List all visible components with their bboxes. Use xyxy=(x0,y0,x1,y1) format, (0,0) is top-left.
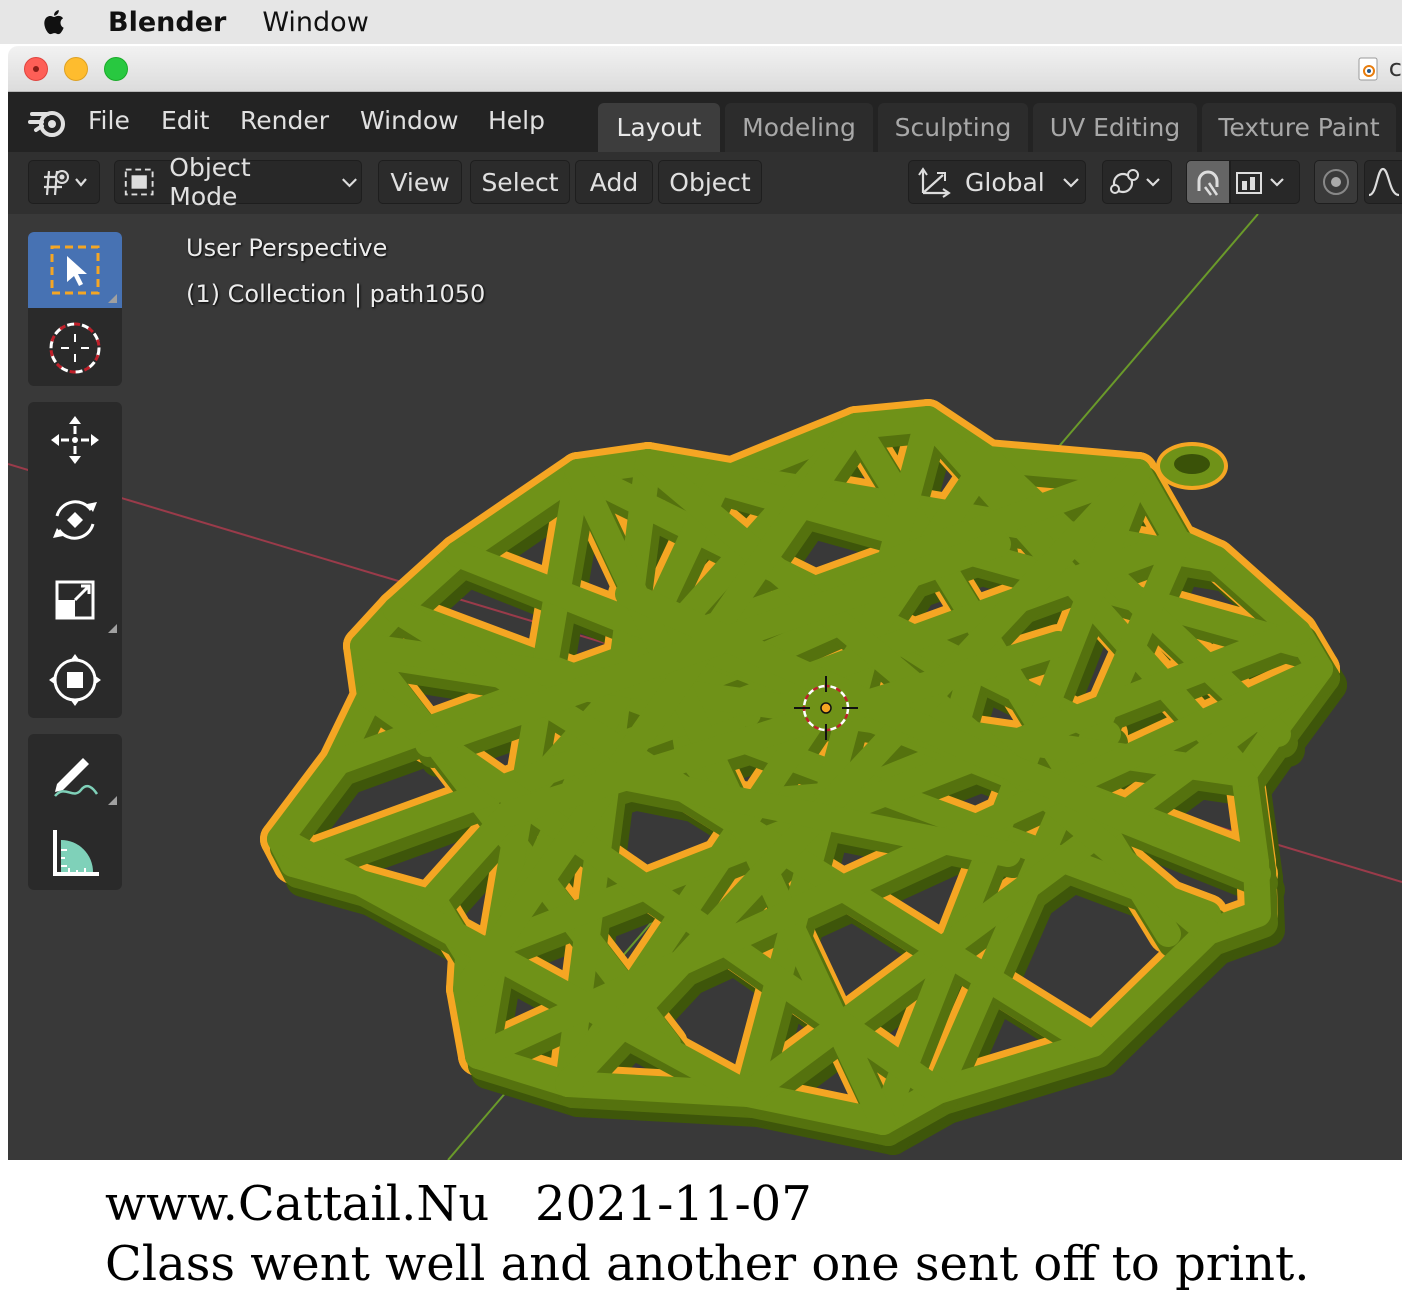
transform-tool-icon xyxy=(49,654,101,706)
orientation-axes-icon xyxy=(918,167,951,198)
zoom-window-button[interactable] xyxy=(104,57,128,81)
tool-variants-corner xyxy=(108,796,117,805)
viewport-collection-label: (1) Collection | path1050 xyxy=(186,280,486,308)
editor-type-button[interactable] xyxy=(28,160,100,204)
measure-tool[interactable] xyxy=(28,814,122,890)
menu-window[interactable]: Window xyxy=(360,106,459,135)
blender-topbar: File Edit Render Window Help Layout Mode… xyxy=(8,92,1402,152)
view-menu[interactable]: View xyxy=(378,160,462,204)
tool-variants-corner xyxy=(108,624,117,633)
select-box-tool[interactable] xyxy=(28,232,122,308)
proportional-edit-toggle[interactable] xyxy=(1314,160,1358,204)
caption-line-1: www.Cattail.Nu 2021-11-07 xyxy=(105,1176,812,1232)
proportional-edit-icon xyxy=(1323,169,1349,195)
tab-sculpting[interactable]: Sculpting xyxy=(878,103,1028,152)
chevron-down-icon xyxy=(342,178,357,188)
minimize-window-button[interactable] xyxy=(64,57,88,81)
mac-app-menu[interactable]: Blender xyxy=(108,7,226,38)
toolbar-group-transform xyxy=(28,402,122,718)
toolbar-group-annotate xyxy=(28,734,122,890)
falloff-curve-icon xyxy=(1368,167,1400,197)
chevron-down-icon xyxy=(1062,178,1079,188)
orientation-label: Global xyxy=(965,167,1045,197)
blender-logo-icon[interactable] xyxy=(28,104,68,140)
3d-viewport[interactable]: User Perspective (1) Collection | path10… xyxy=(8,214,1402,1160)
rotate-tool-icon xyxy=(53,500,97,540)
falloff-dropdown[interactable] xyxy=(1364,160,1402,204)
viewport-perspective-label: User Perspective xyxy=(186,234,388,262)
menu-file[interactable]: File xyxy=(88,106,130,135)
mac-window-menu[interactable]: Window xyxy=(262,7,368,38)
pivot-point-dropdown[interactable] xyxy=(1102,160,1172,204)
measure-tool-icon xyxy=(53,830,99,876)
menu-edit[interactable]: Edit xyxy=(161,106,209,135)
object-mode-icon xyxy=(124,168,154,196)
snap-target-dropdown[interactable] xyxy=(1230,160,1300,204)
select-menu[interactable]: Select xyxy=(470,160,570,204)
viewport-header: Object Mode View Select Add Object Globa… xyxy=(8,152,1402,214)
add-menu[interactable]: Add xyxy=(575,160,653,204)
pivot-point-icon xyxy=(1110,169,1160,194)
move-tool-icon xyxy=(51,416,99,464)
viewport-scene xyxy=(8,214,1402,1160)
mac-menubar: Blender Window xyxy=(0,0,1402,44)
tab-uv-editing[interactable]: UV Editing xyxy=(1033,103,1197,152)
snap-toggle[interactable] xyxy=(1186,160,1230,204)
menu-render[interactable]: Render xyxy=(240,106,329,135)
caption-line-2: Class went well and another one sent off… xyxy=(105,1236,1310,1292)
tab-texture-paint[interactable]: Texture Paint xyxy=(1202,103,1396,152)
scale-tool[interactable] xyxy=(28,562,122,638)
toolbar-group-select xyxy=(28,232,122,386)
cursor-tool[interactable] xyxy=(28,310,122,386)
object-menu[interactable]: Object xyxy=(658,160,762,204)
move-tool[interactable] xyxy=(28,402,122,478)
select-box-tool-icon xyxy=(50,245,100,295)
view3d-editor-icon xyxy=(44,170,87,196)
annotate-tool[interactable] xyxy=(28,734,122,810)
tab-modeling[interactable]: Modeling xyxy=(725,103,873,152)
menu-help[interactable]: Help xyxy=(488,106,545,135)
close-window-button[interactable] xyxy=(24,57,48,81)
scale-tool-icon xyxy=(55,580,95,620)
mode-label: Object Mode xyxy=(169,153,251,211)
mode-dropdown[interactable]: Object Mode xyxy=(114,153,362,211)
annotate-tool-icon xyxy=(54,758,99,797)
apple-logo-icon[interactable] xyxy=(40,7,70,37)
blender-file-icon xyxy=(1358,57,1378,81)
window-title-text: c xyxy=(1388,54,1402,82)
tool-variants-corner xyxy=(108,294,117,303)
cursor-tool-icon xyxy=(49,322,101,374)
tab-layout[interactable]: Layout xyxy=(598,103,720,152)
rotate-tool[interactable] xyxy=(28,482,122,558)
window-titlebar: c xyxy=(8,46,1402,92)
snap-target-icon xyxy=(1236,172,1284,194)
transform-orientation-dropdown[interactable]: Global xyxy=(908,160,1086,204)
transform-tool[interactable] xyxy=(28,642,122,718)
snap-magnet-icon xyxy=(1197,170,1219,196)
